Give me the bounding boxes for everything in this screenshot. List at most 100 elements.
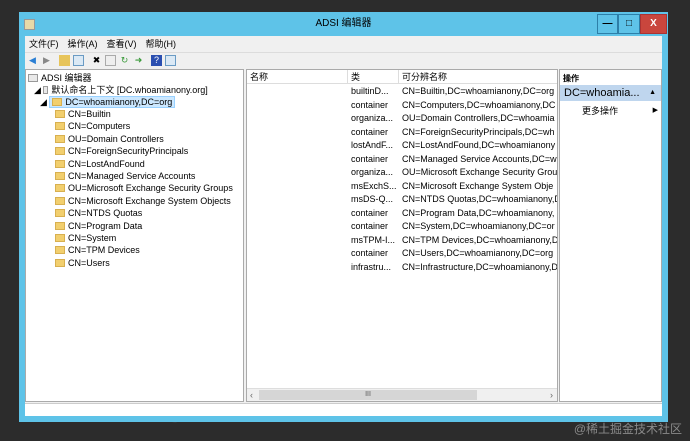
row-dn: CN=Microsoft Exchange System Obje: [402, 180, 554, 191]
row-class: builtinD...: [351, 86, 389, 96]
adsi-icon: [28, 74, 38, 82]
list-row[interactable]: CN=Computers container CN=Computers,DC=w…: [247, 99, 557, 112]
close-button[interactable]: X: [640, 14, 667, 34]
tree-item[interactable]: CN=ForeignSecurityPrincipals: [55, 145, 188, 157]
tree-item[interactable]: CN=LostAndFound: [55, 158, 145, 170]
tree-domain[interactable]: ◢ DC=whoamianony,DC=org: [40, 96, 176, 108]
menu-action[interactable]: 操作(A): [68, 37, 98, 52]
up-folder-icon[interactable]: [59, 54, 70, 66]
more-actions[interactable]: 更多操作 ▶: [582, 105, 660, 117]
folder-icon: [55, 246, 65, 255]
list-row[interactable]: CN=LostAndFound lostAndF... CN=LostAndFo…: [247, 139, 557, 152]
tree-item[interactable]: CN=Managed Service Accounts: [55, 170, 195, 182]
folder-icon: [55, 209, 65, 218]
list-row[interactable]: CN=Builtin builtinD... CN=Builtin,DC=who…: [247, 85, 557, 98]
list-row[interactable]: CN=Infrastructure infrastru... CN=Infras…: [247, 261, 557, 274]
export-icon[interactable]: ➜: [133, 55, 144, 66]
row-class: msExchS...: [351, 180, 397, 191]
list-row[interactable]: CN=System container CN=System,DC=whoamia…: [247, 220, 557, 233]
row-class: organiza...: [351, 167, 394, 177]
list-row[interactable]: CN=TPM Devices msTPM-I... CN=TPM Devices…: [247, 234, 557, 247]
tree-item[interactable]: OU=Domain Controllers: [55, 133, 164, 145]
folder-icon: [55, 172, 65, 180]
row-class: organiza...: [351, 113, 394, 123]
list-row[interactable]: CN=Program Data container CN=Program Dat…: [247, 207, 557, 220]
help-icon[interactable]: ?: [151, 54, 162, 66]
tree-item[interactable]: CN=NTDS Quotas: [55, 207, 142, 219]
back-icon[interactable]: ◀: [27, 55, 38, 66]
row-dn: CN=System,DC=whoamianony,DC=or: [402, 221, 555, 231]
client-area: 文件(F) 操作(A) 查看(V) 帮助(H) ◀ ▶ ✖ ↻ ➜ ? ADSI…: [25, 36, 662, 416]
juejin-watermark: @稀土掘金技术社区: [573, 422, 682, 436]
list-row[interactable]: CN=ForeignSecurit... container CN=Foreig…: [247, 126, 557, 139]
list-row[interactable]: CN=Managed Servi... container CN=Managed…: [247, 153, 557, 166]
collapse-icon[interactable]: ▲: [649, 85, 656, 101]
folder-icon: [55, 110, 65, 118]
toolbar: ◀ ▶ ✖ ↻ ➜ ?: [25, 52, 662, 67]
tree-item[interactable]: CN=Users: [55, 257, 110, 269]
scroll-left-icon[interactable]: ‹: [250, 390, 253, 400]
list-row[interactable]: OU=Domain Contr... organiza... OU=Domain…: [247, 112, 557, 125]
menu-help[interactable]: 帮助(H): [146, 37, 177, 52]
row-class: container: [351, 153, 389, 164]
row-class: container: [351, 99, 389, 110]
row-dn: OU=Domain Controllers,DC=whoamia: [402, 113, 555, 123]
folder-icon: [55, 134, 65, 143]
tree-item[interactable]: CN=Program Data: [55, 220, 142, 232]
row-class: infrastru...: [351, 261, 392, 272]
maximize-button[interactable]: □: [618, 14, 640, 34]
tree-item[interactable]: OU=Microsoft Exchange Security Groups: [55, 182, 233, 194]
list-row[interactable]: CN=Microsoft Exch... msExchS... CN=Micro…: [247, 180, 557, 193]
row-class: container: [351, 207, 389, 218]
row-dn: CN=Program Data,DC=whoamianony,: [402, 207, 555, 218]
column-dn[interactable]: 可分辨名称: [399, 70, 557, 84]
row-class: container: [351, 126, 389, 137]
forward-icon[interactable]: ▶: [41, 55, 52, 66]
row-dn: CN=LostAndFound,DC=whoamianony: [402, 140, 556, 150]
row-dn: CN=ForeignSecurityPrincipals,DC=wh: [402, 126, 555, 137]
folder-icon: [52, 98, 63, 106]
tree-pane: ADSI 编辑器 ◢ 默认命名上下文 [DC.whoamianony.org] …: [25, 69, 244, 402]
row-class: lostAndF...: [351, 140, 394, 150]
console-icon[interactable]: [165, 54, 176, 66]
row-class: container: [351, 221, 389, 231]
list-header: 名称 类 可分辨名称: [247, 70, 557, 84]
tree-item[interactable]: CN=Builtin: [55, 108, 111, 120]
tree-context[interactable]: ◢ 默认命名上下文 [DC.whoamianony.org]: [34, 84, 208, 96]
horizontal-scrollbar[interactable]: ‹ III ›: [247, 388, 557, 401]
folder-icon: [55, 196, 65, 205]
folder-icon: [55, 221, 65, 230]
row-class: msTPM-I...: [351, 234, 395, 245]
folder-icon: [55, 258, 65, 267]
column-name[interactable]: 名称: [247, 70, 348, 84]
row-dn: CN=NTDS Quotas,DC=whoamianony,D: [402, 194, 558, 204]
tree-item[interactable]: CN=TPM Devices: [55, 244, 140, 256]
column-class[interactable]: 类: [348, 70, 399, 84]
row-class: container: [351, 248, 389, 258]
row-dn: OU=Microsoft Exchange Security Grou: [402, 167, 558, 177]
list-row[interactable]: OU=Microsoft Exch... organiza... OU=Micr…: [247, 166, 557, 179]
refresh-icon[interactable]: ↻: [119, 55, 130, 66]
list-row[interactable]: CN=NTDS Quotas msDS-Q... CN=NTDS Quotas,…: [247, 193, 557, 206]
delete-icon[interactable]: ✖: [91, 55, 102, 66]
tree-root[interactable]: ADSI 编辑器: [28, 72, 92, 84]
menu-view[interactable]: 查看(V): [107, 37, 137, 52]
scroll-right-icon[interactable]: ›: [550, 390, 553, 400]
actions-header: 操作: [563, 74, 579, 83]
menu-bar: 文件(F) 操作(A) 查看(V) 帮助(H): [25, 37, 176, 52]
tree-item[interactable]: CN=System: [55, 232, 116, 244]
row-dn: CN=Managed Service Accounts,DC=w: [402, 153, 557, 164]
show-tree-icon[interactable]: [73, 54, 84, 66]
submenu-arrow-icon: ▶: [652, 107, 658, 114]
folder-icon: [55, 147, 65, 156]
list-row[interactable]: CN=Users container CN=Users,DC=whoamiano…: [247, 247, 557, 260]
menu-file[interactable]: 文件(F): [29, 37, 59, 52]
tree-item[interactable]: CN=Computers: [55, 120, 130, 132]
properties-icon[interactable]: [105, 54, 116, 66]
row-class: msDS-Q...: [351, 194, 393, 204]
actions-selected[interactable]: DC=whoamia... ▲: [560, 85, 661, 101]
minimize-button[interactable]: —: [597, 14, 618, 34]
scroll-thumb[interactable]: III: [259, 390, 477, 400]
tree-item[interactable]: CN=Microsoft Exchange System Objects: [55, 195, 231, 207]
window-title: ADSI 编辑器: [315, 18, 372, 29]
